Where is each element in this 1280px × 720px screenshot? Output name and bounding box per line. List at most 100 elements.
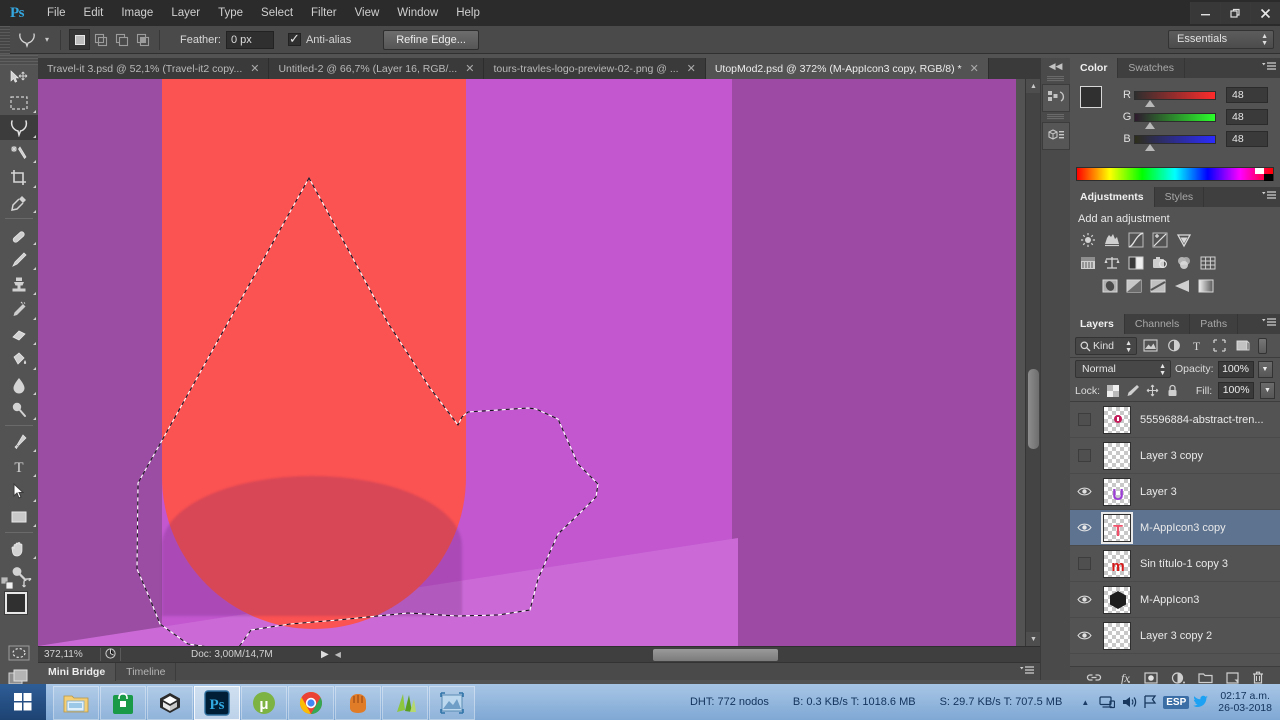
pen-tool[interactable] [0,429,38,454]
minimize-button[interactable] [1190,2,1220,24]
tab-paths[interactable]: Paths [1190,314,1239,334]
scroll-down-icon[interactable]: ▼ [1026,632,1041,646]
layer-thumbnail-cell[interactable] [1098,441,1136,470]
layer-thumbnail-cell[interactable] [1098,405,1136,434]
close-icon[interactable]: ✕ [970,62,979,75]
quick-mask-mode-button[interactable] [0,640,38,665]
tab-layers[interactable]: Layers [1070,314,1125,334]
blend-mode-select[interactable]: Normal ▲ ▼ [1075,360,1171,378]
lock-transparent-pixels-icon[interactable] [1106,383,1120,399]
layer-name[interactable]: M-AppIcon3 copy [1136,522,1226,534]
close-icon[interactable]: ✕ [250,62,259,75]
document-tab-tours-travles-logo[interactable]: tours-travles-logo-preview-02-.png @ ...… [484,58,706,79]
color-balance-icon[interactable] [1102,254,1122,272]
layer-visibility-toggle[interactable] [1070,402,1098,438]
color-slider-green[interactable]: G 48 [1120,106,1268,129]
tab-color[interactable]: Color [1070,58,1119,78]
layer-thumbnail-cell[interactable] [1098,585,1136,614]
paint-bucket-tool[interactable] [0,347,38,372]
layer-thumbnail[interactable]: m [1103,549,1131,578]
fill-dropdown-button[interactable]: ▼ [1260,382,1275,399]
layer-thumbnail[interactable] [1103,585,1131,614]
blur-tool[interactable] [0,372,38,397]
scroll-up-icon[interactable]: ▲ [1026,79,1041,93]
adjustments-panel-menu-icon[interactable] [1262,191,1276,204]
rectangular-marquee-tool[interactable] [0,90,38,115]
layer-thumbnail[interactable]: T [1101,511,1133,544]
layer-thumbnail[interactable] [1103,405,1131,434]
menu-help[interactable]: Help [447,0,489,26]
tab-timeline[interactable]: Timeline [116,663,177,681]
collapse-panels-icon[interactable]: ◀◀ [1041,58,1070,74]
delete-layer-icon[interactable] [1252,671,1264,684]
antialias-control[interactable]: Anti-alias [287,31,351,47]
dodge-tool[interactable] [0,397,38,422]
clock[interactable]: 02:17 a.m. 26-03-2018 [1212,690,1280,714]
blue-slider-knob[interactable] [1145,143,1155,151]
taskbar-green-leaf-app[interactable] [382,685,428,720]
fill-value-field[interactable]: 100% [1218,382,1255,399]
menu-view[interactable]: View [346,0,389,26]
levels-icon[interactable] [1102,231,1122,249]
layer-name[interactable]: Layer 3 [1136,486,1177,498]
smart-object-filter-icon[interactable] [1233,337,1252,355]
taskbar-file-explorer[interactable] [53,685,99,720]
tab-channels[interactable]: Channels [1125,314,1191,334]
black-white-icon[interactable] [1126,254,1146,272]
menu-window[interactable]: Window [388,0,447,26]
document-tab-travel-it[interactable]: Travel-it 3.psd @ 52,1% (Travel-it2 copy… [38,58,270,79]
color-slider-red[interactable]: R 48 [1120,84,1268,107]
layer-thumbnail-cell[interactable] [1098,621,1136,650]
restore-button[interactable] [1220,2,1250,24]
layer-visibility-toggle[interactable] [1070,582,1098,618]
menu-layer[interactable]: Layer [162,0,209,26]
shape-layers-filter-icon[interactable] [1210,337,1229,355]
layer-thumbnail[interactable] [1103,621,1131,650]
exposure-icon[interactable] [1150,231,1170,249]
bottom-dock-menu-icon[interactable] [1020,666,1034,679]
photo-filter-icon[interactable] [1150,254,1170,272]
layer-visibility-toggle[interactable] [1070,618,1098,654]
posterize-icon[interactable] [1124,277,1144,295]
new-group-icon[interactable] [1198,672,1213,684]
menu-edit[interactable]: Edit [75,0,113,26]
layer-name[interactable]: Sin título-1 copy 3 [1136,558,1228,570]
color-spectrum-ramp[interactable] [1076,167,1274,181]
foreground-color-swatch[interactable] [5,592,27,614]
layer-row[interactable]: Layer 3 copy 2 [1070,618,1280,654]
layer-thumbnail-cell[interactable]: U [1098,477,1136,506]
menu-type[interactable]: Type [209,0,252,26]
gradient-map-icon[interactable] [1172,277,1192,295]
spot-healing-brush-tool[interactable] [0,222,38,247]
eye-off-icon[interactable] [1077,557,1091,570]
layer-row[interactable]: 55596884-abstract-tren... [1070,402,1280,438]
crop-tool[interactable] [0,165,38,190]
show-hidden-icons-icon[interactable]: ▲ [1074,698,1096,707]
blue-slider-track[interactable] [1134,134,1216,151]
layer-name[interactable]: M-AppIcon3 [1136,594,1199,606]
clone-stamp-tool[interactable] [0,272,38,297]
taskbar-windows-store[interactable] [100,685,146,720]
layer-visibility-toggle[interactable] [1070,438,1098,474]
new-layer-icon[interactable] [1226,671,1239,684]
channel-mixer-icon[interactable] [1174,254,1194,272]
layer-name[interactable]: Layer 3 copy [1136,450,1203,462]
opacity-value-field[interactable]: 100% [1217,360,1254,378]
tools-panel-grip[interactable] [0,55,38,65]
taskbar-baseball-glove-app[interactable] [335,685,381,720]
invert-icon[interactable] [1100,277,1120,295]
vertical-scroll-thumb[interactable] [1028,369,1039,449]
hue-saturation-icon[interactable] [1078,254,1098,272]
red-value-field[interactable]: 48 [1226,87,1268,103]
layer-thumbnail-cell[interactable]: T [1098,511,1136,544]
history-brush-tool[interactable] [0,297,38,322]
rectangle-tool[interactable] [0,504,38,529]
layer-visibility-toggle[interactable] [1070,546,1098,582]
quick-selection-tool[interactable] [0,140,38,165]
threshold-icon[interactable] [1148,277,1168,295]
tab-swatches[interactable]: Swatches [1118,58,1185,78]
menu-file[interactable]: File [38,0,75,26]
subtract-from-selection-button[interactable] [111,29,132,50]
brightness-contrast-icon[interactable] [1078,231,1098,249]
eye-off-icon[interactable] [1077,413,1091,426]
